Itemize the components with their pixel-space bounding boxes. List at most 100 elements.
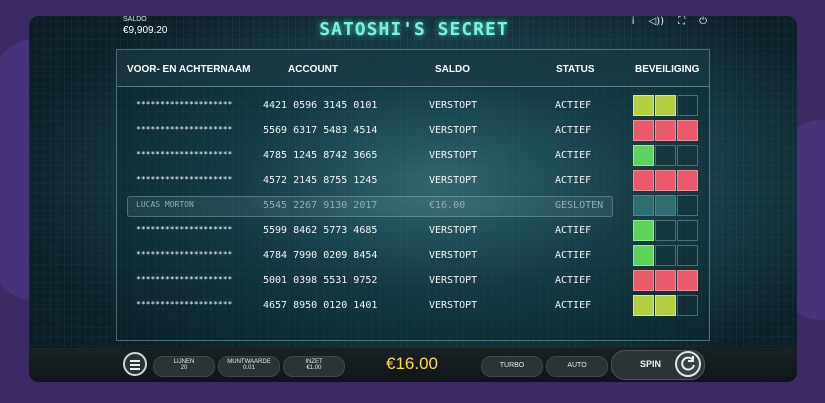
fullscreen-icon[interactable]: ⛶	[678, 16, 685, 27]
menu-button[interactable]	[123, 352, 147, 376]
account-cell: 5599 8462 5773 4685	[263, 225, 378, 236]
name-cell: ********************	[136, 275, 233, 284]
bet-selector[interactable]: INZET €1.00	[283, 356, 345, 377]
saldo-cell: VERSTOPT	[429, 100, 478, 111]
security-square	[655, 145, 676, 166]
status-cell: ACTIEF	[555, 275, 592, 286]
security-square	[655, 95, 676, 116]
table-row-closed: LUCAS MORTON 5545 2267 9130 2017 €16.00 GES…	[117, 194, 709, 219]
security-square	[633, 270, 654, 291]
security-square	[655, 270, 676, 291]
security-square	[655, 295, 676, 316]
menu-icon	[130, 360, 140, 362]
security-square	[633, 295, 654, 316]
header-saldo: SALDO	[435, 64, 470, 75]
security-square	[633, 145, 654, 166]
security-level	[633, 245, 698, 266]
lines-value: 20	[180, 365, 188, 371]
security-square	[655, 220, 676, 241]
security-square	[655, 120, 676, 141]
spin-label: SPIN	[640, 359, 662, 369]
name-cell: ********************	[136, 225, 233, 234]
account-cell: 4657 8950 0120 1401	[263, 300, 378, 311]
security-level	[633, 270, 698, 291]
security-square	[677, 270, 698, 291]
security-level	[633, 220, 698, 241]
table-row: ******************** 4572 2145 8755 1245 V…	[117, 169, 709, 194]
total-bet: €16.00	[386, 354, 438, 373]
security-level	[633, 170, 698, 191]
saldo-cell: VERSTOPT	[429, 300, 478, 311]
name-cell: ********************	[136, 125, 233, 134]
lines-selector[interactable]: LIJNEN 20	[153, 356, 215, 377]
security-square	[655, 170, 676, 191]
info-icon[interactable]: i	[632, 16, 635, 27]
security-level	[633, 195, 698, 216]
header-status: STATUS	[556, 64, 595, 75]
account-cell: 5545 2267 9130 2017	[263, 200, 378, 211]
saldo-cell: VERSTOPT	[429, 275, 478, 286]
security-square	[677, 245, 698, 266]
security-square	[677, 220, 698, 241]
saldo-cell: VERSTOPT	[429, 250, 478, 261]
status-cell: ACTIEF	[555, 250, 592, 261]
security-square	[677, 170, 698, 191]
power-icon[interactable]: ⏻	[699, 16, 707, 27]
security-square	[677, 295, 698, 316]
account-cell: 4421 0596 3145 0101	[263, 100, 378, 111]
header-security: BEVEILIGING	[635, 64, 700, 75]
saldo-cell: €16.00	[429, 200, 466, 211]
account-cell: 4784 7990 0209 8454	[263, 250, 378, 261]
sound-icon[interactable]: ◁))	[649, 16, 665, 27]
auto-label: AUTO	[567, 362, 587, 369]
status-cell: GESLOTEN	[555, 200, 604, 211]
security-square	[633, 120, 654, 141]
security-level	[633, 145, 698, 166]
name-cell: ********************	[136, 100, 233, 109]
turbo-label: TURBO	[499, 362, 525, 369]
name-cell: ********************	[136, 250, 233, 259]
status-cell: ACTIEF	[555, 100, 592, 111]
auto-button[interactable]: AUTO	[546, 356, 608, 377]
security-square	[655, 245, 676, 266]
control-bar: LIJNEN 20 MUNTWAARDE 0.01 INZET €1.00 €1…	[29, 348, 797, 382]
saldo-cell: VERSTOPT	[429, 125, 478, 136]
table-row: ******************** 5001 0398 5531 9752 V…	[117, 269, 709, 294]
account-cell: 5569 6317 5483 4514	[263, 125, 378, 136]
name-cell: ********************	[136, 175, 233, 184]
saldo-cell: VERSTOPT	[429, 175, 478, 186]
status-cell: ACTIEF	[555, 300, 592, 311]
security-square	[655, 195, 676, 216]
spin-icon[interactable]	[675, 351, 701, 377]
table-row: ******************** 5599 8462 5773 4685 V…	[117, 219, 709, 244]
table-row: ******************** 5569 6317 5483 4514 V…	[117, 119, 709, 144]
security-square	[677, 95, 698, 116]
header-account: ACCOUNT	[288, 64, 338, 75]
account-cell: 4785 1245 8742 3665	[263, 150, 378, 161]
security-square	[677, 120, 698, 141]
account-cell: 5001 0398 5531 9752	[263, 275, 378, 286]
top-icons: i ◁)) ⛶ ⏻	[632, 16, 707, 27]
menu-icon-line	[130, 364, 140, 366]
header-name: VOOR- EN ACHTERNAAM	[127, 64, 251, 75]
security-level	[633, 95, 698, 116]
coin-value-selector[interactable]: MUNTWAARDE 0.01	[218, 356, 280, 377]
table-row: ******************** 4657 8950 0120 1401 V…	[117, 294, 709, 319]
menu-icon-line	[130, 368, 140, 370]
saldo-cell: VERSTOPT	[429, 225, 478, 236]
table-row: ******************** 4785 1245 8742 3665 V…	[117, 144, 709, 169]
turbo-button[interactable]: TURBO	[481, 356, 543, 377]
security-square	[633, 220, 654, 241]
security-square	[633, 195, 654, 216]
status-cell: ACTIEF	[555, 125, 592, 136]
table-row: ******************** 4421 0596 3145 0101 V…	[117, 94, 709, 119]
security-square	[677, 195, 698, 216]
refresh-icon	[681, 356, 695, 371]
name-cell: LUCAS MORTON	[136, 200, 194, 209]
accounts-table: VOOR- EN ACHTERNAAM ACCOUNT SALDO STATUS…	[116, 49, 710, 341]
security-square	[633, 95, 654, 116]
balance-value: €9,909.20	[123, 25, 168, 36]
status-cell: ACTIEF	[555, 225, 592, 236]
name-cell: ********************	[136, 150, 233, 159]
name-cell: ********************	[136, 300, 233, 309]
